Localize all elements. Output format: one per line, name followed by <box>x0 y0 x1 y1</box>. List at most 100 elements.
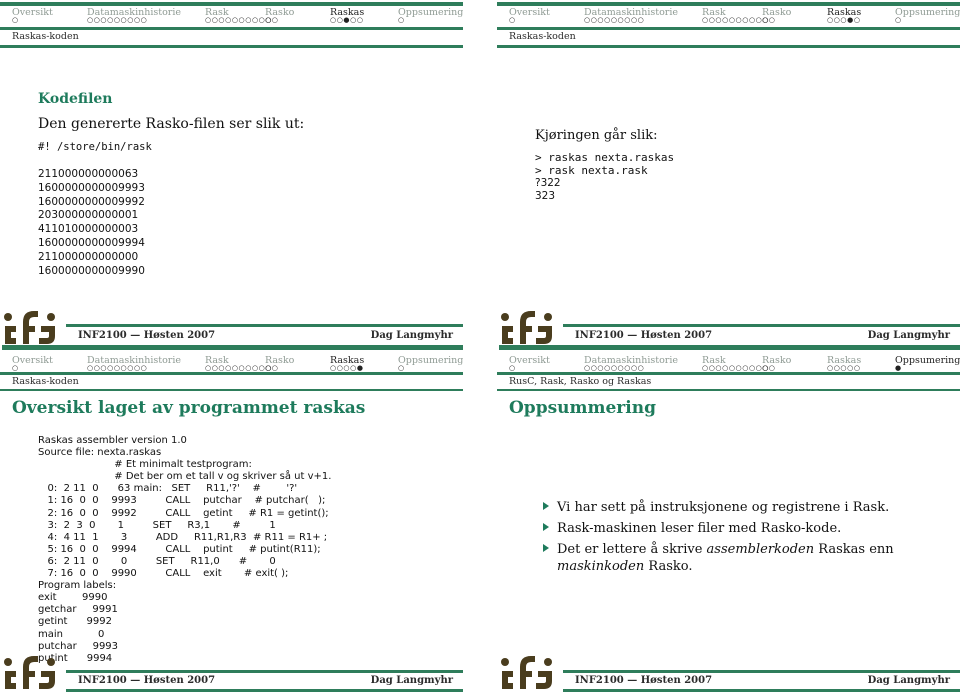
nav-dots-datamaskinhistorie[interactable]: ○○○○○○○○○ <box>584 16 644 24</box>
footer-course: INF2100 — Høsten 2007 <box>78 330 216 341</box>
listing-line: main 0 <box>38 628 105 640</box>
nav-dots-oppsumering[interactable]: ○ <box>895 16 902 24</box>
rasko-code-listing: 211000000000063 1600000000009993 1600000… <box>38 168 145 278</box>
slide-oversikt-raskas: Oversikt ○ Datamaskinhistorie ○○○○○○○○○ … <box>0 348 463 695</box>
footer-author: Dag Langmyhr <box>370 330 453 341</box>
footer-author: Dag Langmyhr <box>867 675 950 686</box>
nav-dots-oppsumering[interactable]: ○ <box>398 364 405 372</box>
bullet-triangle-icon <box>543 502 549 510</box>
listing-line: 4: 4 11 1 3 ADD R11,R1,R3 # R11 = R1+ ; <box>38 531 328 543</box>
listing-line: 5: 16 0 0 9994 CALL putint # putint(R11)… <box>38 543 321 555</box>
footer-top-bar <box>66 670 463 673</box>
listing-line: getchar 9991 <box>38 604 118 616</box>
nav-dots-rask[interactable]: ○○○○○○○○○○ <box>702 16 769 24</box>
slide-oppsummering: Oversikt ○ Datamaskinhistorie ○○○○○○○○○ … <box>497 348 960 695</box>
code-line: 211000000000063 <box>38 168 139 180</box>
footer-top-bar <box>563 324 960 327</box>
nav-dots-oversikt[interactable]: ○ <box>509 364 516 372</box>
footer-band-right-top: INF2100 — Høsten 2007 Dag Langmyhr <box>497 305 960 350</box>
nav-dots-datamaskinhistorie[interactable]: ○○○○○○○○○ <box>584 364 644 372</box>
listing-line: getint 9992 <box>38 616 112 628</box>
shebang-line: #! /store/bin/rask <box>38 141 152 153</box>
nav-dots-oppsumering[interactable]: ● <box>895 364 902 372</box>
footer-course: INF2100 — Høsten 2007 <box>575 675 713 686</box>
subsection-label: RusC, Rask, Rasko og Raskas <box>509 376 652 387</box>
footer-author: Dag Langmyhr <box>370 675 453 686</box>
footer-top-bar <box>563 670 960 673</box>
nav-section-oppsumering[interactable]: Oppsumering <box>895 356 960 366</box>
code-line: 1600000000009993 <box>38 181 145 194</box>
nav-dots-raskas[interactable]: ○○○○● <box>330 364 364 372</box>
footer-bottom-bar <box>2 345 463 350</box>
nav-dots-oppsumering[interactable]: ○ <box>398 16 405 24</box>
nav-section-oppsumering[interactable]: Oppsumering <box>398 8 463 18</box>
subsection-label: Raskas-koden <box>12 31 79 42</box>
nav-bottom-bar <box>0 27 463 30</box>
listing-line: 6: 2 11 0 0 SET R11,0 # 0 <box>38 555 276 567</box>
nav-bottom-bar <box>497 27 960 30</box>
nav-dots-datamaskinhistorie[interactable]: ○○○○○○○○○ <box>87 364 147 372</box>
listing-line: Program labels: <box>38 580 117 592</box>
nav-dots-rasko[interactable]: ○○ <box>265 364 278 372</box>
code-line: 1600000000009994 <box>38 236 145 249</box>
assembler-listing: Raskas assembler version 1.0 Source file… <box>38 435 331 665</box>
nav-bottom-bar <box>497 372 960 375</box>
listing-line: 3: 2 3 0 1 SET R3,1 # 1 <box>38 519 276 531</box>
code-line: 203000000000001 <box>38 209 139 222</box>
nav-dots-rasko[interactable]: ○○ <box>265 16 278 24</box>
footer-band-left-top: INF2100 — Høsten 2007 Dag Langmyhr <box>0 305 463 350</box>
subsection-bar <box>497 389 960 391</box>
listing-line: 7: 16 0 0 9990 CALL exit # exit( ); <box>38 568 289 580</box>
nav-dots-oversikt[interactable]: ○ <box>509 16 516 24</box>
nav-section-oppsumering[interactable]: Oppsumering <box>398 356 463 366</box>
nav-dots-rasko[interactable]: ○○ <box>762 364 775 372</box>
bullet-triangle-icon <box>543 523 549 531</box>
output-line: ?322 <box>535 177 561 189</box>
footer-top-bar <box>66 324 463 327</box>
slide-kodefilen: Oversikt ○ Datamaskinhistorie ○○○○○○○○○ … <box>0 0 463 347</box>
footer-course: INF2100 — Høsten 2007 <box>575 330 713 341</box>
command-line: > rask nexta.rask <box>535 163 648 177</box>
nav-dots-rask[interactable]: ○○○○○○○○○○ <box>702 364 769 372</box>
nav-dots-oversikt[interactable]: ○ <box>12 16 19 24</box>
footer-author: Dag Langmyhr <box>867 330 950 341</box>
footer-band-right-bottom: INF2100 — Høsten 2007 Dag Langmyhr <box>497 652 960 695</box>
terminal-commands: > raskas nexta.raskas > rask nexta.rask <box>535 151 674 177</box>
emphasis-maskinkoden: maskinkoden <box>557 559 645 574</box>
nav-dots-raskas[interactable]: ○○●○○ <box>330 16 364 24</box>
nav-dots-rasko[interactable]: ○○ <box>762 16 775 24</box>
listing-line: 0: 2 11 0 63 main: SET R11,'?' # '?' <box>38 483 298 495</box>
listing-line: 2: 16 0 0 9992 CALL getint # R1 = getint… <box>38 507 329 519</box>
footer-band-left-bottom: INF2100 — Høsten 2007 Dag Langmyhr <box>0 652 463 695</box>
nav-dots-oversikt[interactable]: ○ <box>12 364 19 372</box>
nav-dots-raskas[interactable]: ○○○○○ <box>827 364 861 372</box>
output-line: 323 <box>535 190 556 202</box>
listing-line: putchar 9993 <box>38 640 119 652</box>
nav-dots-raskas[interactable]: ○○○●○ <box>827 16 861 24</box>
code-line: 211000000000000 <box>38 250 139 263</box>
listing-line: # Et minimalt testprogram: <box>38 459 252 471</box>
nav-section-oppsumering[interactable]: Oppsumering <box>895 8 960 18</box>
list-item: Vi har sett på instruksjonene og registr… <box>543 499 953 516</box>
nav-dots-rask[interactable]: ○○○○○○○○○○ <box>205 16 272 24</box>
subsection-bar <box>0 45 463 48</box>
subsection-label: Raskas-koden <box>12 376 79 387</box>
footer-bottom-bar <box>563 689 960 692</box>
list-item: Det er lettere å skrive assemblerkoden R… <box>543 541 953 575</box>
slide-kjoring: Oversikt ○ Datamaskinhistorie ○○○○○○○○○ … <box>497 0 960 347</box>
subsection-bar <box>0 389 463 391</box>
listing-line: Source file: nexta.raskas <box>38 447 162 459</box>
code-line: 411010000000003 <box>38 223 139 236</box>
frame-title: Oppsummering <box>509 398 656 418</box>
nav-dots-datamaskinhistorie[interactable]: ○○○○○○○○○ <box>87 16 147 24</box>
listing-line: Raskas assembler version 1.0 <box>38 435 187 446</box>
code-line: 1600000000009990 <box>38 264 145 277</box>
subsection-bar <box>497 45 960 48</box>
ifi-logo-icon <box>501 311 552 344</box>
emphasis-assemblerkoden: assemblerkoden <box>706 542 815 557</box>
summary-list: Vi har sett på instruksjonene og registr… <box>543 499 953 579</box>
footer-bottom-bar <box>66 689 463 692</box>
intro-text: Den genererte Rasko-filen ser slik ut: <box>38 116 305 132</box>
nav-dots-rask[interactable]: ○○○○○○○○○○ <box>205 364 272 372</box>
ifi-logo-icon <box>4 311 55 344</box>
